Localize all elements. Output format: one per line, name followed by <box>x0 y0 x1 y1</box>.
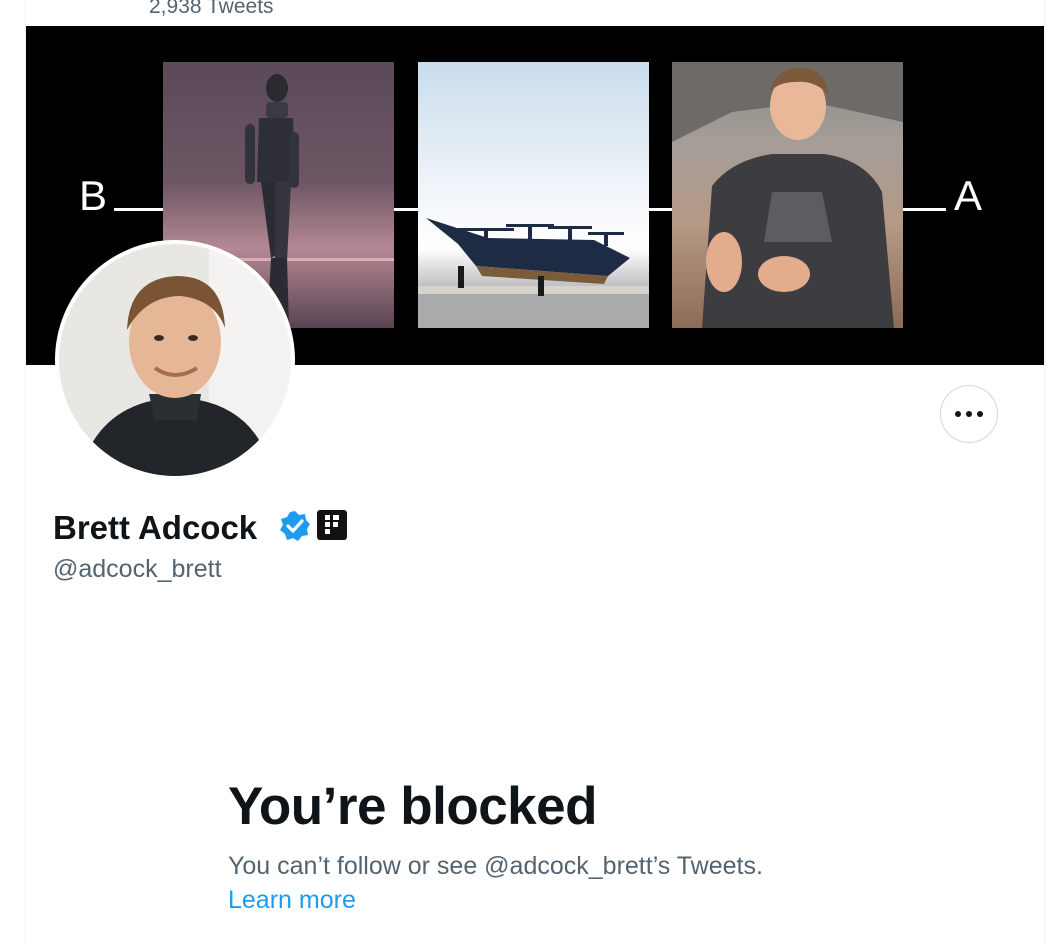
banner-letter-left: B <box>79 172 108 219</box>
more-options-button[interactable] <box>940 385 998 443</box>
blocked-title: You’re blocked <box>228 777 598 836</box>
blocked-message: You can’t follow or see @adcock_brett’s … <box>228 852 763 880</box>
profile-handle: @adcock_brett <box>53 555 222 583</box>
banner-letter-right: A <box>954 172 983 219</box>
verified-badge-icon[interactable] <box>279 510 311 547</box>
tweet-count: 2,938 Tweets <box>149 0 274 18</box>
banner-timeline-line-left <box>114 208 166 211</box>
profile-avatar[interactable] <box>55 240 295 480</box>
more-horizontal-icon <box>955 411 983 417</box>
learn-more-link[interactable]: Learn more <box>228 885 356 915</box>
banner-timeline-line-right <box>902 208 946 211</box>
banner-aircraft-image <box>418 62 649 328</box>
banner-speaker-image <box>672 62 903 328</box>
banner-timeline-line-mid-left <box>392 208 420 211</box>
profile-column: 2,938 Tweets B A Brett Adcock @adcock_br… <box>25 0 1045 944</box>
profile-display-name: Brett Adcock <box>53 509 258 546</box>
figure-logo-icon[interactable] <box>317 510 347 545</box>
